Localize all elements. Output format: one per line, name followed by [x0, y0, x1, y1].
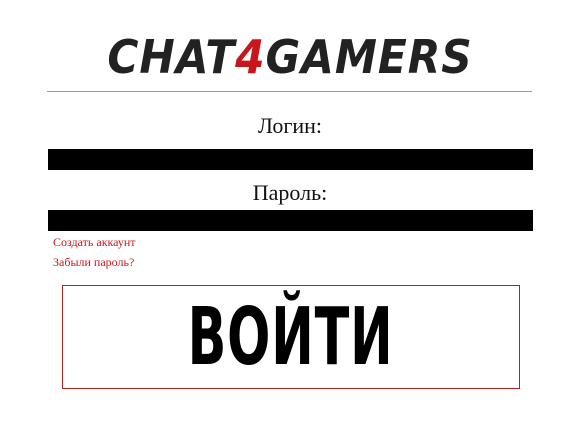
logo-text-4: 4 — [235, 30, 266, 84]
login-button[interactable]: ВОЙТИ — [62, 285, 520, 389]
login-label: Логин: — [257, 113, 323, 138]
login-input[interactable] — [48, 149, 533, 170]
logo-text-gamers: GAMERS — [265, 30, 473, 84]
forgot-password-link[interactable]: Забыли пароль? — [53, 255, 134, 270]
chat4gamers-logo: CHAT 4 GAMERS — [23, 30, 557, 84]
login-button-label: ВОЙТИ — [188, 289, 394, 384]
login-page: CHAT 4 GAMERS Логин: Пароль: Создать акк… — [0, 0, 580, 429]
create-account-link[interactable]: Создать аккаунт — [53, 235, 136, 250]
logo-text-chat: CHAT — [107, 30, 236, 84]
password-label: Пароль: — [252, 180, 328, 205]
header-divider — [47, 91, 532, 92]
password-input[interactable] — [48, 210, 533, 231]
